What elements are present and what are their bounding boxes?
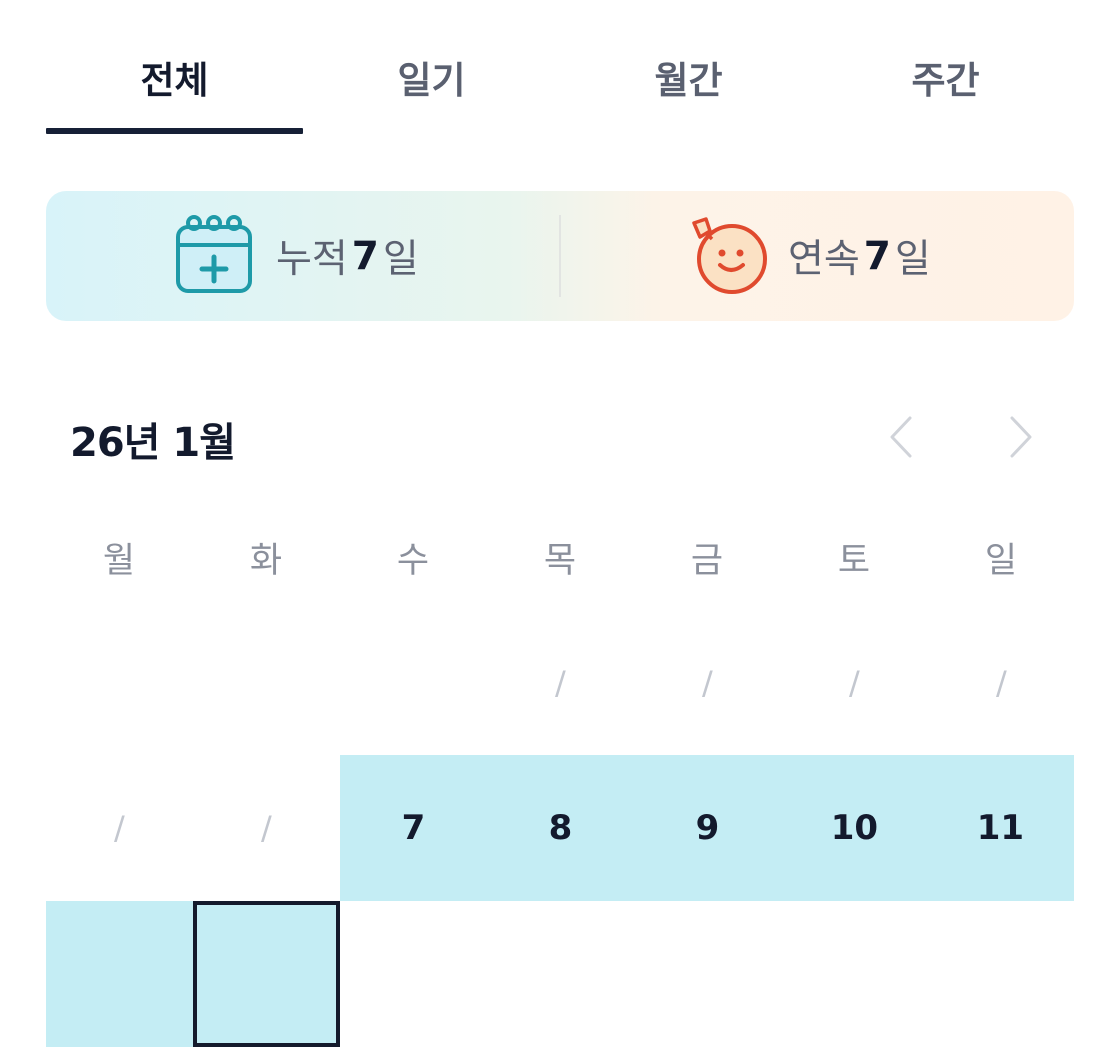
streak-label: 연속 bbox=[788, 237, 860, 282]
weekday-tue: 화 bbox=[249, 541, 283, 581]
streak-unit: 일 bbox=[894, 237, 931, 282]
weekday-sat: 토 bbox=[837, 541, 871, 581]
cumulative-label: 누적 bbox=[276, 237, 348, 282]
stats-banner: 누적 7 일 연속 7 일 bbox=[46, 191, 1074, 321]
cumulative-stat: 누적 7 일 bbox=[174, 191, 419, 321]
calendar-day-10[interactable]: 10 bbox=[781, 755, 928, 901]
calendar-day-empty: / bbox=[702, 664, 713, 702]
next-month-button[interactable] bbox=[1000, 412, 1040, 462]
weekday-sun: 일 bbox=[984, 541, 1018, 581]
calendar-day-11[interactable]: 11 bbox=[927, 755, 1074, 901]
tab-monthly[interactable]: 월간 bbox=[560, 50, 817, 104]
month-title: 26년 1월 bbox=[70, 420, 236, 466]
calendar-day-empty: / bbox=[114, 809, 125, 847]
calendar-day-7[interactable]: 7 bbox=[340, 755, 487, 901]
tab-bar: 전체 일기 월간 주간 bbox=[46, 0, 1074, 134]
calendar-day-empty: / bbox=[849, 664, 860, 702]
tab-weekly[interactable]: 주간 bbox=[817, 50, 1074, 104]
calendar-day-empty: / bbox=[996, 664, 1007, 702]
smiley-face-icon bbox=[692, 217, 767, 294]
weekday-mon: 월 bbox=[102, 541, 136, 581]
weekday-fri: 금 bbox=[690, 541, 724, 581]
stats-divider bbox=[559, 215, 561, 297]
weekday-wed: 수 bbox=[396, 541, 430, 581]
tab-diary[interactable]: 일기 bbox=[303, 50, 560, 104]
calendar-day-empty: / bbox=[555, 664, 566, 702]
calendar-day-today[interactable] bbox=[193, 901, 340, 1047]
calendar-day-8[interactable]: 8 bbox=[487, 755, 634, 901]
calendar-plus-icon bbox=[176, 215, 252, 293]
tab-active-indicator bbox=[46, 128, 303, 134]
cumulative-value: 7 bbox=[351, 233, 379, 279]
calendar-day-logged[interactable] bbox=[46, 901, 193, 1047]
cumulative-unit: 일 bbox=[382, 237, 419, 282]
calendar-day-9[interactable]: 9 bbox=[634, 755, 781, 901]
tab-all[interactable]: 전체 bbox=[46, 50, 303, 104]
weekday-thu: 목 bbox=[543, 541, 577, 581]
streak-stat: 연속 7 일 bbox=[686, 191, 931, 321]
calendar-day-empty: / bbox=[261, 809, 272, 847]
prev-month-button[interactable] bbox=[882, 412, 922, 462]
streak-value: 7 bbox=[863, 233, 891, 279]
